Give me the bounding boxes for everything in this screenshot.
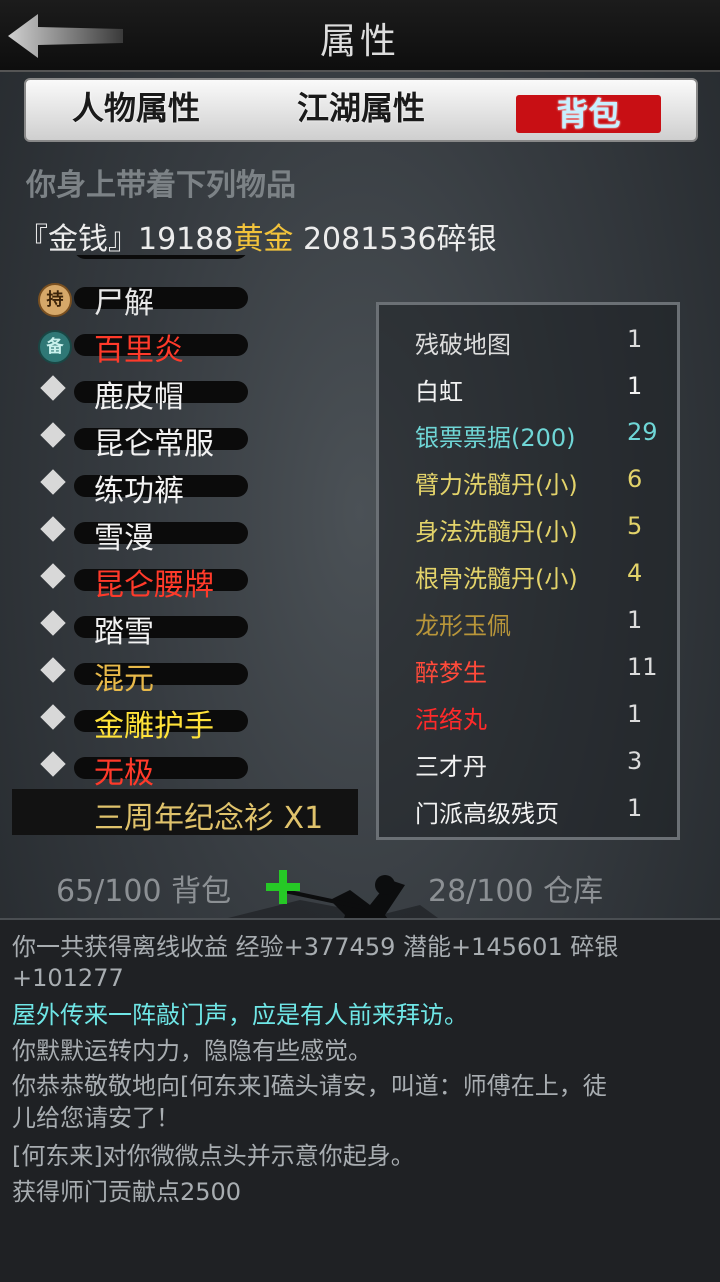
inventory-row[interactable]: 三才丹 3: [415, 741, 665, 781]
inventory-row[interactable]: 门派高级残页 1: [415, 788, 665, 828]
tab-bar: 人物属性 江湖属性 背包: [24, 78, 698, 142]
item-name: 臂力洗髓丹(小): [415, 471, 578, 499]
item-quantity: 4: [627, 559, 643, 587]
item-label: 尸解: [94, 286, 154, 321]
diamond-icon: [40, 657, 66, 683]
tab-backpack[interactable]: 背包: [516, 95, 661, 133]
item-name: 龙形玉佩: [415, 612, 511, 640]
list-item[interactable]: 雪漫: [22, 510, 362, 556]
item-quantity: 29: [627, 418, 658, 446]
inventory-row[interactable]: 银票票据(200) 29: [415, 412, 665, 452]
item-name: 根骨洗髓丹(小): [415, 565, 578, 593]
log-line: 你一共获得离线收益 经验+377459 潜能+145601 碎银: [12, 933, 619, 961]
header-bar: 属性: [0, 0, 720, 72]
diamond-icon: [40, 704, 66, 730]
log-line: [何东来]对你微微点头并示意你起身。: [12, 1142, 415, 1170]
item-name: 白虹: [415, 378, 463, 406]
item-name: 活络丸: [415, 706, 487, 734]
held-badge-icon: 持: [38, 283, 72, 317]
log-line: 屋外传来一阵敲门声，应是有人前来拜访。: [12, 1001, 468, 1029]
message-log: 你一共获得离线收益 经验+377459 潜能+145601 碎银 +101277…: [0, 918, 720, 1282]
list-item[interactable]: 练功裤: [22, 463, 362, 509]
list-item[interactable]: 备 百里炎: [22, 322, 362, 368]
selected-list-item[interactable]: 三周年纪念衫 X1: [12, 789, 358, 836]
money-line: 『金钱』19188黄金 2081536碎银: [18, 214, 497, 258]
item-label: 昆仑腰牌: [94, 568, 214, 603]
list-item[interactable]: 鹿皮帽: [22, 369, 362, 415]
item-quantity: 3: [627, 747, 643, 775]
backpack-count: 65/100 背包: [56, 874, 232, 909]
item-name: 门派高级残页: [415, 800, 559, 828]
gold-unit: 黄金: [233, 222, 294, 257]
list-item[interactable]: 无极: [22, 745, 362, 791]
inventory-row[interactable]: 臂力洗髓丹(小) 6: [415, 459, 665, 499]
diamond-icon: [40, 563, 66, 589]
inventory-row[interactable]: 龙形玉佩 1: [415, 600, 665, 640]
item-label: 金雕护手: [94, 709, 214, 744]
inventory-row[interactable]: 残破地图 1: [415, 319, 665, 359]
item-name: 醉梦生: [415, 659, 487, 687]
item-label: 练功裤: [94, 474, 184, 509]
diamond-icon: [40, 610, 66, 636]
inventory-subtitle: 你身上带着下列物品: [26, 168, 296, 203]
list-item[interactable]: 昆仑常服: [22, 416, 362, 462]
list-item[interactable]: 踏雪: [22, 604, 362, 650]
log-line: 获得师门贡献点2500: [12, 1178, 242, 1206]
storage-count[interactable]: 28/100 仓库: [428, 866, 603, 910]
list-item[interactable]: 持 尸解: [22, 275, 362, 321]
item-quantity: 1: [627, 325, 643, 353]
item-quantity: 11: [627, 653, 658, 681]
item-quantity: 6: [627, 465, 643, 493]
item-label: 鹿皮帽: [94, 380, 184, 415]
item-bar: [74, 255, 248, 259]
item-quantity: 1: [627, 700, 643, 728]
spare-badge-icon: 备: [38, 330, 72, 364]
list-item[interactable]: 昆仑腰牌: [22, 557, 362, 603]
log-line: 你恭恭敬敬地向[何东来]磕头请安，叫道：师傅在上，徒: [12, 1072, 607, 1100]
item-quantity: 1: [627, 372, 643, 400]
diamond-icon: [40, 751, 66, 777]
log-line: +101277: [12, 964, 124, 992]
item-quantity: 5: [627, 512, 643, 540]
inventory-row[interactable]: 根骨洗髓丹(小) 4: [415, 553, 665, 593]
tab-character-attributes[interactable]: 人物属性: [66, 86, 206, 130]
log-line: 儿给您请安了！: [12, 1104, 180, 1132]
tab-jianghu-attributes[interactable]: 江湖属性: [291, 86, 431, 130]
gold-amount: 19188: [138, 222, 234, 257]
item-label: 混元: [94, 662, 154, 697]
item-label: 无极: [94, 756, 154, 791]
diamond-icon: [40, 516, 66, 542]
inventory-panel: 残破地图 1 白虹 1 银票票据(200) 29 臂力洗髓丹(小) 6 身法洗髓…: [376, 302, 680, 840]
diamond-icon: [40, 422, 66, 448]
item-label: 昆仑常服: [94, 427, 214, 462]
log-line: 你默默运转内力，隐隐有些感觉。: [12, 1037, 372, 1065]
money-prefix: 『金钱』: [18, 222, 138, 257]
inventory-row[interactable]: 醉梦生 11: [415, 647, 665, 687]
list-item[interactable]: 金雕护手: [22, 698, 362, 744]
item-name: 银票票据(200): [415, 424, 576, 452]
equipment-list: 持 尸解 备 百里炎 鹿皮帽 昆仑常服 练功裤 雪漫 昆仑腰牌 踏雪 混元 金雕…: [22, 255, 362, 840]
silver-amount: 2081536碎银: [293, 222, 497, 257]
item-label: 三周年纪念衫 X1: [94, 801, 324, 836]
page-title: 属性: [319, 21, 400, 62]
item-name: 身法洗髓丹(小): [415, 518, 578, 546]
inventory-row[interactable]: 白虹 1: [415, 366, 665, 406]
item-quantity: 1: [627, 606, 643, 634]
inventory-row[interactable]: 活络丸 1: [415, 694, 665, 734]
diamond-icon: [40, 375, 66, 401]
list-item-cutoff: [22, 255, 362, 271]
item-quantity: 1: [627, 794, 643, 822]
item-label: 雪漫: [94, 521, 154, 556]
item-label: 踏雪: [94, 615, 154, 650]
diamond-icon: [40, 469, 66, 495]
inventory-row[interactable]: 身法洗髓丹(小) 5: [415, 506, 665, 546]
add-capacity-icon[interactable]: [266, 870, 300, 904]
item-name: 残破地图: [415, 331, 511, 359]
item-name: 三才丹: [415, 753, 487, 781]
list-item[interactable]: 混元: [22, 651, 362, 697]
item-label: 百里炎: [94, 333, 184, 368]
